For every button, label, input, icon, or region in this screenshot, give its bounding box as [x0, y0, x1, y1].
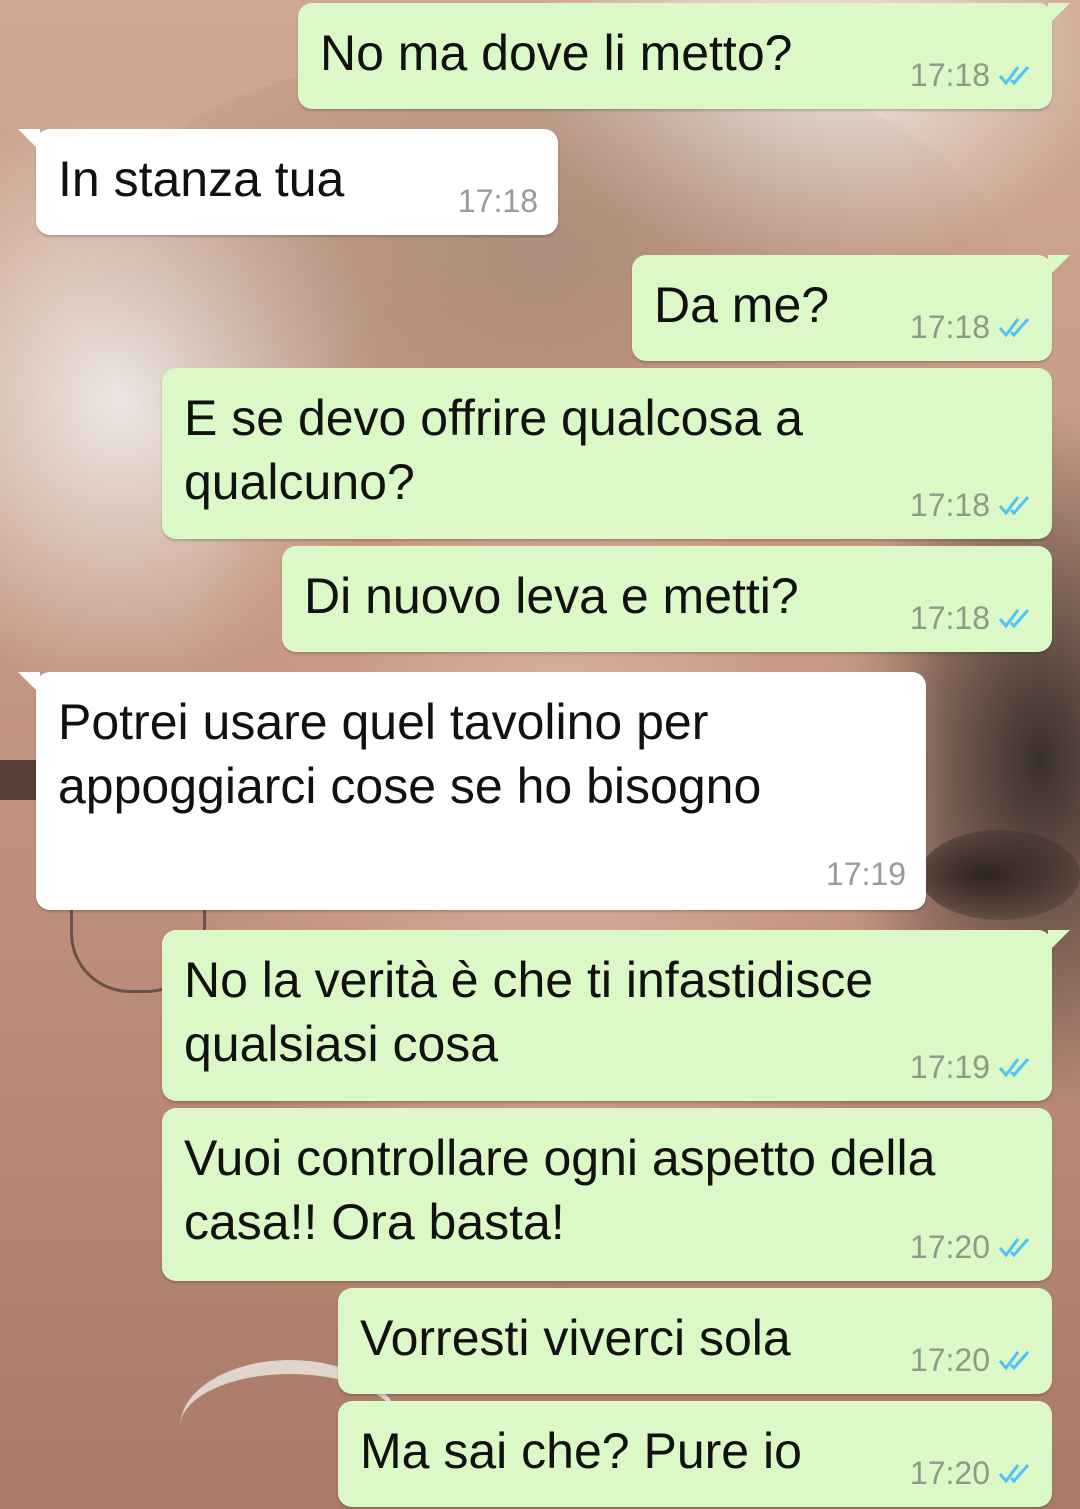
message-text: Potrei usare quel tavolino per appoggiar… — [58, 694, 762, 814]
message-time: 17:18 — [909, 599, 990, 636]
double-check-read-icon — [998, 609, 1030, 629]
message-text: Vorresti viverci sola — [360, 1310, 791, 1366]
message-time: 17:20 — [909, 1454, 990, 1491]
message-text: Ma sai che? Pure io — [360, 1423, 802, 1479]
double-check-read-icon — [998, 318, 1030, 338]
message-bubble-outgoing[interactable]: No la verità è che ti infastidisce quals… — [162, 930, 1070, 1101]
message-text: Da me? — [654, 277, 830, 333]
message-time: 17:20 — [909, 1341, 990, 1378]
chat-message-list[interactable]: No ma dove li metto? 17:18 In stanza tua… — [0, 0, 1080, 1509]
double-check-read-icon — [998, 66, 1030, 86]
message-bubble-outgoing[interactable]: E se devo offrire qualcosa a qualcuno? 1… — [162, 368, 1052, 539]
message-text: Di nuovo leva e metti? — [304, 568, 799, 624]
double-check-read-icon — [998, 496, 1030, 516]
message-bubble-outgoing[interactable]: No ma dove li metto? 17:18 — [298, 3, 1070, 109]
message-time: 17:18 — [457, 182, 538, 219]
message-meta: 17:20 — [910, 1227, 1032, 1267]
message-bubble-incoming[interactable]: Potrei usare quel tavolino per appoggiar… — [18, 672, 926, 910]
message-bubble-outgoing[interactable]: Vorresti viverci sola 17:20 — [338, 1288, 1052, 1394]
message-text: No la verità è che ti infastidisce quals… — [184, 952, 874, 1072]
message-text: Vuoi controllare ogni aspetto della casa… — [184, 1130, 936, 1250]
double-check-read-icon — [998, 1238, 1030, 1258]
message-bubble-outgoing[interactable]: Da me? 17:18 — [632, 255, 1070, 361]
double-check-read-icon — [998, 1464, 1030, 1484]
message-time: 17:19 — [825, 855, 906, 892]
message-meta: 17:19 — [910, 1047, 1032, 1087]
message-text: No ma dove li metto? — [320, 25, 793, 81]
message-time: 17:18 — [909, 56, 990, 93]
message-meta: 17:18 — [910, 485, 1032, 525]
message-time: 17:19 — [909, 1048, 990, 1085]
message-bubble-incoming[interactable]: In stanza tua 17:18 — [18, 129, 558, 235]
message-meta: 17:18 — [910, 55, 1032, 95]
message-bubble-outgoing[interactable]: Ma sai che? Pure io 17:20 — [338, 1401, 1052, 1507]
message-meta: 17:18 — [910, 598, 1032, 638]
message-meta: 17:18 — [910, 307, 1032, 347]
message-time: 17:20 — [909, 1228, 990, 1265]
double-check-read-icon — [998, 1351, 1030, 1371]
message-time: 17:18 — [909, 308, 990, 345]
message-meta: 17:20 — [910, 1340, 1032, 1380]
message-meta: 17:20 — [910, 1453, 1032, 1493]
message-text: In stanza tua — [58, 151, 345, 207]
message-meta: 17:18 — [458, 181, 538, 221]
double-check-read-icon — [998, 1058, 1030, 1078]
message-bubble-outgoing[interactable]: Di nuovo leva e metti? 17:18 — [282, 546, 1052, 652]
message-bubble-outgoing[interactable]: Vuoi controllare ogni aspetto della casa… — [162, 1108, 1052, 1281]
message-meta: 17:19 — [826, 854, 906, 894]
message-text: E se devo offrire qualcosa a qualcuno? — [184, 390, 803, 510]
message-time: 17:18 — [909, 486, 990, 523]
